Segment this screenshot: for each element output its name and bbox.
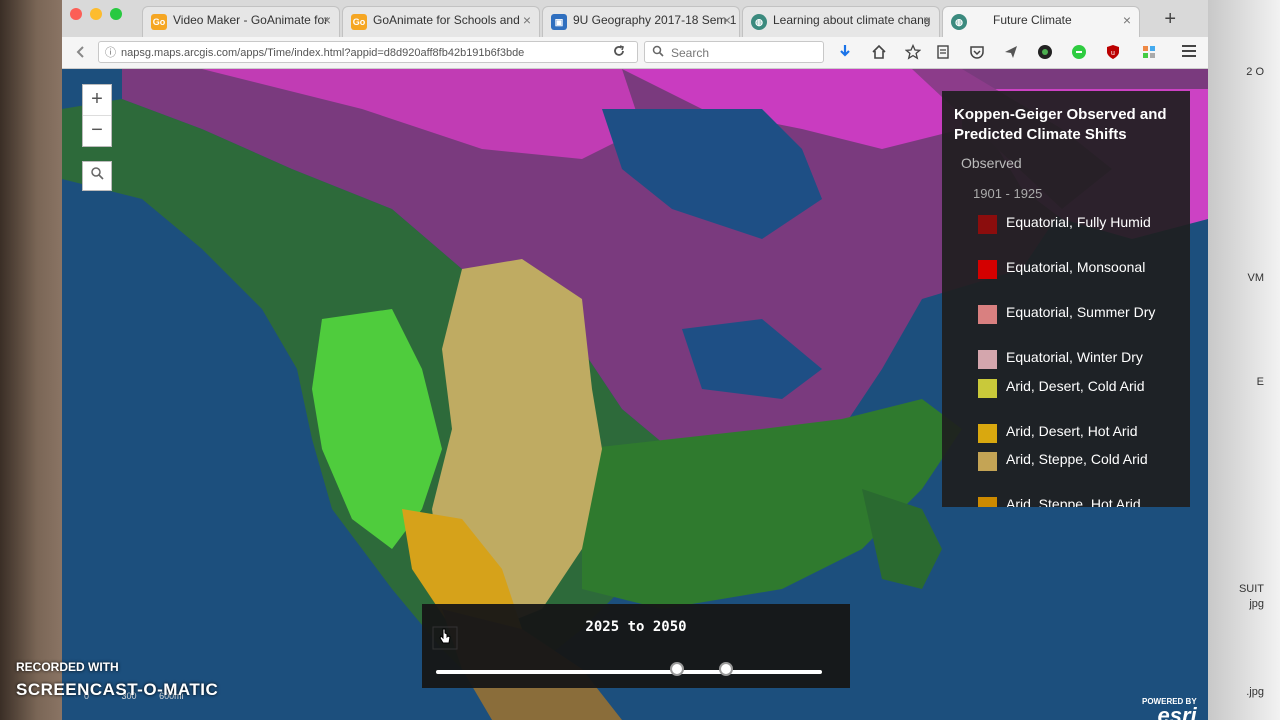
screencast-logo: SCREENCAST-O-MATIC [16,680,219,699]
legend-title: Koppen-Geiger Observed and Predicted Cli… [954,106,1167,143]
bookmark-star-icon[interactable] [904,43,922,62]
close-tab-icon[interactable]: × [323,12,331,28]
maximize-window-button[interactable] [110,8,122,20]
time-slider-panel: 2025 to 2050 [422,604,850,688]
tab-label: Future Climate [993,13,1072,27]
desktop-file-label: .jpg [1246,686,1264,698]
goanimate-icon: Go [151,14,167,30]
browser-window: Go Video Maker - GoAnimate for × Go GoAn… [62,0,1208,720]
desktop-file-label: 2 O [1246,66,1264,78]
search-icon [90,167,104,184]
close-tab-icon[interactable]: × [723,12,731,28]
search-icon [652,42,664,64]
legend-period: 1901 - 1925 [973,186,1043,201]
globe-icon: ◍ [751,14,767,30]
zoom-control: + − [82,84,112,147]
close-tab-icon[interactable]: × [923,12,931,28]
tab-bar: Go Video Maker - GoAnimate for × Go GoAn… [62,0,1208,38]
legend-swatch [978,424,997,443]
legend-label: Equatorial, Monsoonal [1006,259,1146,275]
legend-label: Equatorial, Winter Dry [1006,349,1143,365]
address-bar[interactable]: ⓘ napsg.maps.arcgis.com/apps/Time/index.… [98,41,638,63]
tab-goanimate-schools[interactable]: Go GoAnimate for Schools and × [342,6,540,37]
url-text: napsg.maps.arcgis.com/apps/Time/index.ht… [121,47,525,59]
desktop-file-label: E [1256,376,1264,388]
legend-swatch [978,497,997,507]
esri-logo: esri [1157,703,1197,720]
legend-panel[interactable]: Koppen-Geiger Observed and Predicted Cli… [942,91,1190,507]
search-placeholder: Search [671,46,710,60]
new-tab-button[interactable]: + [1164,8,1176,31]
legend-swatch [978,350,997,369]
navigation-toolbar: ⓘ napsg.maps.arcgis.com/apps/Time/index.… [62,37,1208,69]
legend-swatch [978,215,997,234]
legend-label: Arid, Desert, Hot Arid [1006,423,1138,439]
back-arrow-icon[interactable] [72,44,90,62]
legend-layer-name: Observed [961,155,1022,171]
classroom-icon: ▣ [551,14,567,30]
legend-label: Equatorial, Summer Dry [1006,304,1156,320]
goanimate-icon: Go [351,14,367,30]
desktop-file-label: jpg [1249,598,1264,610]
download-icon[interactable] [836,44,854,62]
minimize-window-button[interactable] [90,8,102,20]
esri-attribution[interactable]: POWERED BY esri [1142,697,1197,720]
menu-icon[interactable] [1180,44,1198,62]
search-input[interactable]: Search [644,41,824,63]
cursor-hand-icon [439,628,451,644]
time-slider-end-handle[interactable] [718,662,733,676]
legend-label: Arid, Steppe, Hot Arid [1006,496,1141,507]
globe-icon: ◍ [951,14,967,30]
legend-swatch [978,305,997,324]
ublock-icon[interactable]: u [1104,44,1122,62]
chat-extension-icon[interactable] [1070,44,1088,62]
tab-label: Video Maker - GoAnimate for [173,13,329,27]
home-icon[interactable] [870,44,888,62]
zoom-out-button[interactable]: − [83,115,111,146]
legend-swatch [978,260,997,279]
send-icon[interactable] [1002,44,1020,62]
close-window-button[interactable] [70,8,82,20]
zoom-in-button[interactable]: + [83,85,111,115]
tab-video-maker[interactable]: Go Video Maker - GoAnimate for × [142,6,340,37]
tab-label: 9U Geography 2017-18 Sem 1 [573,13,737,27]
legend-swatch [978,452,997,471]
tab-future-climate[interactable]: ◍ Future Climate × [942,6,1140,37]
map-search-button[interactable] [82,161,112,191]
time-range-label: 2025 to 2050 [585,619,687,635]
legend-label: Arid, Desert, Cold Arid [1006,378,1145,394]
desktop-file-label: VM [1247,272,1265,284]
puzzle-extension-icon[interactable] [1140,44,1158,62]
climate-map[interactable]: + − Koppen-Geiger Observed and Predicted… [62,69,1208,720]
pocket-icon[interactable] [968,44,986,62]
desktop-file-label: SUIT [1238,583,1264,595]
extension-dark-icon[interactable] [1036,44,1054,62]
recorded-with-text: RECORDED WITH [16,660,119,674]
legend-label: Arid, Steppe, Cold Arid [1006,451,1148,467]
time-slider-track[interactable] [436,670,822,674]
desktop-background-right: 2 O VM E SUIT jpg .jpg [1208,0,1280,720]
info-icon[interactable]: ⓘ [105,42,116,62]
tab-climate-learning[interactable]: ◍ Learning about climate chang × [742,6,940,37]
desktop-background-left [0,0,62,720]
reading-list-icon[interactable] [934,44,952,62]
legend-label: Equatorial, Fully Humid [1006,214,1151,230]
legend-swatch [978,379,997,398]
svg-text:u: u [1111,50,1115,57]
tab-label: GoAnimate for Schools and [373,13,520,27]
close-tab-icon[interactable]: × [1123,12,1131,28]
tab-geography[interactable]: ▣ 9U Geography 2017-18 Sem 1 × [542,6,740,37]
reload-icon[interactable] [610,44,628,62]
screencast-watermark: RECORDED WITH SCREENCAST-O-MATIC [16,660,218,700]
close-tab-icon[interactable]: × [523,12,531,28]
tab-label: Learning about climate chang [773,13,931,27]
